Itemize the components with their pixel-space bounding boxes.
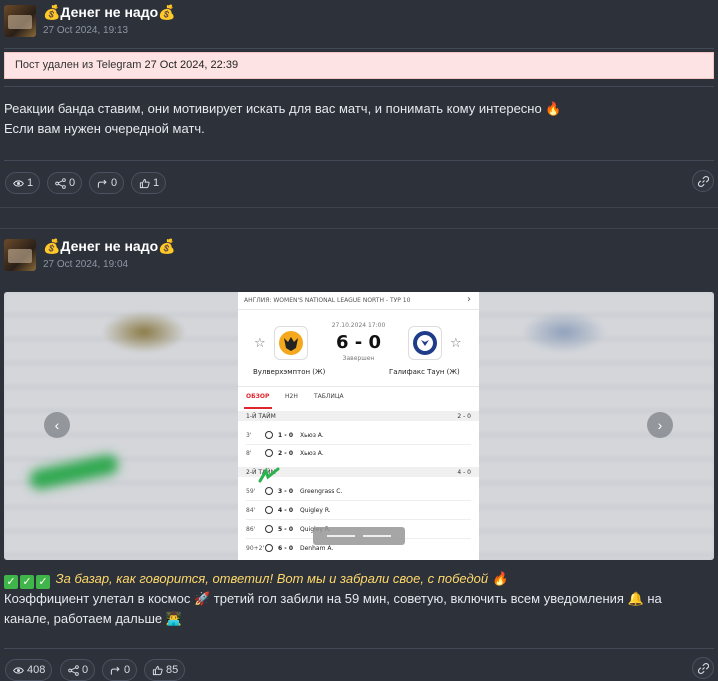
first-half-header: 1-Й ТАЙМ 2 - 0 <box>238 411 479 421</box>
ball-icon <box>265 506 273 514</box>
thumbs-up-icon <box>139 178 150 188</box>
share-count: 0 <box>69 177 76 189</box>
share-icon <box>55 177 66 189</box>
reactions-counter[interactable]: 85 <box>144 659 186 681</box>
ball-icon <box>265 431 273 439</box>
post-date: 27 Oct 2024, 19:13 <box>43 25 129 36</box>
forward-count: 0 <box>111 177 118 189</box>
ball-icon <box>265 544 273 552</box>
home-team-name: Вулверхэмптон (Ж) <box>253 368 326 376</box>
copy-link-button[interactable] <box>692 657 714 679</box>
ball-icon <box>265 487 273 495</box>
forward-counter[interactable]: 0 <box>89 172 125 194</box>
check-icon: ✓ <box>36 575 50 589</box>
post-text-line: Реакции банда ставим, они мотивирует иск… <box>4 101 562 116</box>
forward-count: 0 <box>124 664 131 676</box>
views-count: 1 <box>27 177 34 189</box>
goal-row: 3' 1 - 0 Хьюз А. <box>246 431 324 439</box>
league-label: АНГЛИЯ: WOMEN'S NATIONAL LEAGUE NORTH - … <box>244 297 411 304</box>
link-icon <box>697 175 709 187</box>
match-screenshot[interactable]: АНГЛИЯ: WOMEN'S NATIONAL LEAGUE NORTH - … <box>238 292 479 560</box>
forward-icon <box>97 179 107 188</box>
eye-icon <box>13 666 24 674</box>
copy-link-button[interactable] <box>692 170 714 192</box>
ball-icon <box>265 525 273 533</box>
post-text-line: канале, работаем дальше 👨‍💻 <box>4 611 182 626</box>
share-counter[interactable]: 0 <box>60 659 96 681</box>
carousel-indicator[interactable] <box>313 527 405 545</box>
match-tabs: ОБЗОР H2H ТАБЛИЦА <box>238 393 479 409</box>
ball-icon <box>265 449 273 457</box>
reactions-count: 85 <box>166 664 179 676</box>
tab-h2h[interactable]: H2H <box>285 393 298 400</box>
channel-name[interactable]: 💰Денег не надо💰 <box>43 238 176 255</box>
share-count: 0 <box>82 664 89 676</box>
green-check-mark <box>258 467 280 483</box>
views-counter[interactable]: 1 <box>5 172 41 194</box>
goal-row: 84' 4 - 0 Quigley R. <box>246 506 331 514</box>
post-text-line: ✓ ✓ ✓ За базар, как говорится, ответил! Во… <box>4 569 662 589</box>
post-text: Реакции банда ставим, они мотивирует иск… <box>4 99 562 139</box>
carousel-prev-button[interactable]: ‹ <box>44 412 70 438</box>
link-icon <box>697 662 709 674</box>
reactions-count: 1 <box>153 177 160 189</box>
share-counter[interactable]: 0 <box>47 172 83 194</box>
post-date: 27 Oct 2024, 19:04 <box>43 259 129 270</box>
views-counter[interactable]: 408 <box>5 659 53 681</box>
post-text: ✓ ✓ ✓ За базар, как говорится, ответил! Во… <box>4 569 662 629</box>
channel-avatar[interactable] <box>4 239 36 271</box>
channel-avatar[interactable] <box>4 5 36 37</box>
forward-counter[interactable]: 0 <box>102 659 138 681</box>
match-score: 6 - 0 <box>335 332 382 353</box>
thumbs-up-icon <box>152 665 163 675</box>
match-status: Завершен <box>342 355 375 362</box>
check-icon: ✓ <box>4 575 18 589</box>
eye-icon <box>13 179 24 187</box>
post-text-line: Если вам нужен очередной матч. <box>4 121 205 136</box>
chevron-right-icon: › <box>467 294 471 305</box>
deleted-banner: Пост удален из Telegram 27 Oct 2024, 22:… <box>4 52 714 79</box>
share-icon <box>68 664 79 676</box>
media-carousel[interactable]: ‹ › АНГЛИЯ: WOMEN'S NATIONAL LEAGUE NORT… <box>4 292 714 560</box>
tab-standings[interactable]: ТАБЛИЦА <box>314 393 344 400</box>
reactions-counter[interactable]: 1 <box>131 172 167 194</box>
tab-overview[interactable]: ОБЗОР <box>246 393 269 400</box>
goal-row: 8' 2 - 0 Хьюз А. <box>246 449 324 457</box>
post-text-line: Коэффициент улетал в космос 🚀 третий гол… <box>4 591 662 606</box>
away-team-name: Галифакс Таун (Ж) <box>389 368 460 376</box>
deleted-date: 27 Oct 2024, 22:39 <box>144 59 239 71</box>
carousel-next-button[interactable]: › <box>647 412 673 438</box>
check-icon: ✓ <box>20 575 34 589</box>
forward-icon <box>110 666 120 675</box>
deleted-label: Пост удален из Telegram <box>15 59 145 71</box>
channel-name[interactable]: 💰Денег не надо💰 <box>43 4 176 21</box>
goal-row: 59' 3 - 0 Greengrass C. <box>246 487 343 495</box>
views-count: 408 <box>27 664 46 676</box>
